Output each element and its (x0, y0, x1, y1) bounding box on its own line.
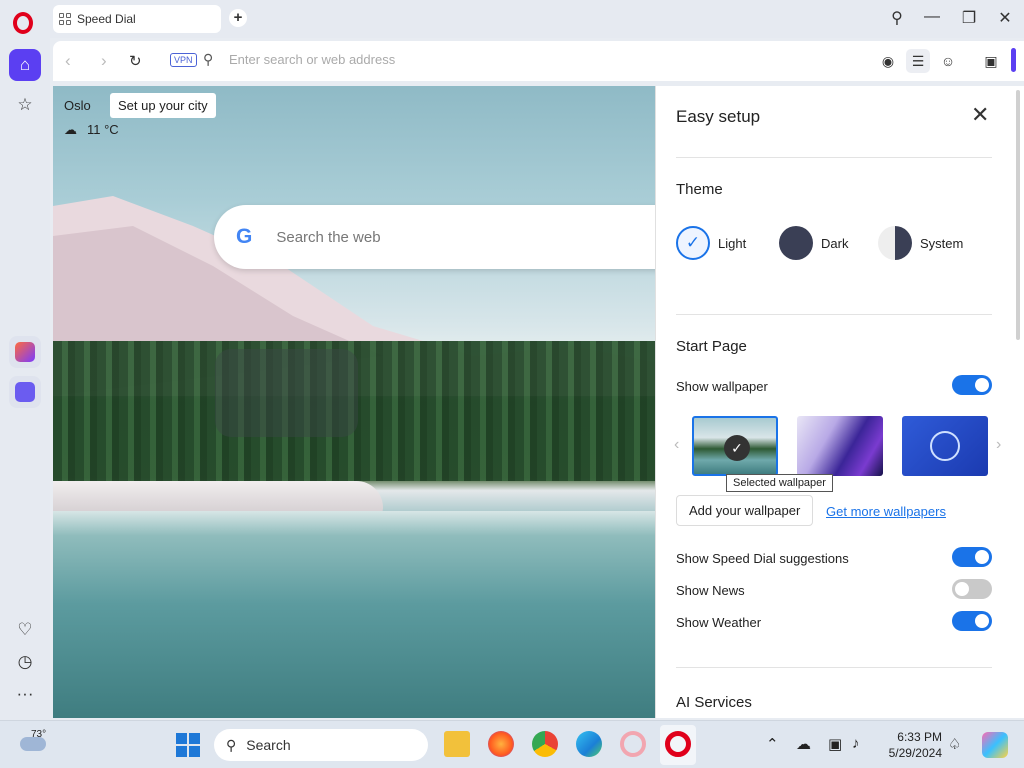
file-explorer-icon[interactable] (444, 731, 470, 757)
start-page-heading: Start Page (676, 338, 747, 355)
dark-swatch-icon (779, 226, 813, 260)
network-icon[interactable]: ☁ (796, 735, 811, 753)
web-search-input[interactable]: Search the web (276, 229, 380, 246)
theme-label: Dark (821, 235, 849, 251)
extensions-cube-icon[interactable]: ▣ (979, 49, 1003, 73)
theme-light-option[interactable]: ✓ Light (676, 226, 746, 260)
get-more-wallpapers-link[interactable]: Get more wallpapers (826, 504, 946, 519)
news-toggle[interactable] (952, 579, 992, 599)
wallpaper-thumbnail-blue[interactable] (902, 416, 988, 476)
theme-heading: Theme (676, 181, 723, 198)
theme-label: System (920, 235, 964, 251)
clock-time: 6:33 PM (897, 730, 942, 744)
title-bar: Speed Dial + ⚲ — ❐ ✕ (0, 0, 1024, 38)
vpn-badge[interactable]: VPN (170, 53, 197, 67)
chevron-right-icon[interactable]: › (996, 436, 1001, 454)
checkmark-icon: ✓ (676, 226, 710, 260)
panel-scrollbar[interactable] (1016, 90, 1020, 340)
speed-dial-page: Oslo Set up your city ☁ 11 °C G Search t… (53, 86, 655, 718)
show-wallpaper-toggle[interactable] (952, 375, 992, 395)
heart-icon[interactable]: ♡ (9, 614, 41, 646)
tab-speed-dial[interactable]: Speed Dial (53, 5, 221, 33)
temperature-value: 11 °C (87, 122, 119, 137)
add-wallpaper-button[interactable]: Add your wallpaper (676, 495, 814, 526)
lake-illustration (53, 511, 655, 718)
notification-bell-icon[interactable]: ♤ (948, 735, 961, 753)
chevron-left-icon[interactable]: ‹ (674, 436, 679, 454)
opera-icon[interactable] (665, 731, 691, 757)
windows-start-icon[interactable] (176, 733, 200, 757)
system-swatch-icon (878, 226, 912, 260)
more-options-icon[interactable]: ··· (9, 678, 41, 710)
tab-title: Speed Dial (77, 12, 136, 26)
snapshot-camera-icon[interactable]: ◉ (876, 49, 900, 73)
show-hidden-icons-chevron-icon[interactable]: ⌃ (766, 735, 779, 753)
google-logo-icon: G (236, 225, 253, 248)
setup-city-tooltip[interactable]: Set up your city (110, 93, 216, 118)
opera-gx-icon[interactable] (620, 731, 646, 757)
tab-search-icon[interactable]: ⚲ (885, 8, 909, 28)
search-icon: ⚲ (203, 51, 214, 67)
reload-button[interactable]: ↻ (129, 52, 142, 70)
show-wallpaper-label: Show wallpaper (676, 379, 768, 394)
weather-label: Show Weather (676, 615, 762, 630)
speed-dial-suggestions-label: Show Speed Dial suggestions (676, 551, 849, 566)
web-search-box[interactable]: G Search the web (214, 205, 655, 269)
firefox-icon[interactable] (488, 731, 514, 757)
weather-toggle[interactable] (952, 611, 992, 631)
weather-widget[interactable]: ☁ 11 °C (64, 122, 119, 138)
panel-title: Easy setup (676, 107, 761, 126)
opera-logo-icon[interactable] (13, 12, 33, 34)
weather-city[interactable]: Oslo (64, 98, 91, 113)
address-input[interactable]: Enter search or web address (229, 52, 395, 67)
close-window-button[interactable]: ✕ (993, 8, 1017, 28)
speed-dial-suggestions-toggle[interactable] (952, 547, 992, 567)
ai-services-heading: AI Services (676, 694, 752, 711)
profile-icon[interactable]: ☺ (936, 49, 960, 73)
theme-dark-option[interactable]: Dark (779, 226, 848, 260)
home-button[interactable]: ⌂ (9, 49, 41, 81)
selected-check-icon: ✓ (724, 435, 750, 461)
clock-date: 5/29/2024 (888, 746, 942, 760)
news-label: Show News (676, 583, 745, 598)
taskbar-search-label: Search (246, 737, 291, 753)
address-bar-row: ‹ › ↻ VPN ⚲ Enter search or web address … (53, 41, 1024, 81)
volume-icon[interactable]: ♪ (852, 735, 860, 752)
history-clock-icon[interactable]: ◷ (9, 646, 41, 678)
windows-taskbar: 73° ⚲ Search ⌃ ☁ ▣ ♪ 6:33 PM 5/29/2024 ♤ (0, 720, 1024, 768)
search-icon: ⚲ (226, 736, 237, 753)
cloud-icon: ☁ (64, 122, 77, 137)
system-clock[interactable]: 6:33 PM 5/29/2024 (868, 729, 942, 761)
divider (676, 667, 992, 668)
close-icon[interactable]: ✕ (971, 102, 989, 128)
easy-setup-panel: Easy setup ✕ Theme ✓ Light Dark System S… (655, 86, 1024, 718)
music-player-button[interactable] (9, 376, 41, 408)
back-button[interactable]: ‹ (65, 51, 71, 71)
forward-button[interactable]: › (101, 51, 107, 71)
sidebar: ⌂ ☆ ♡ ◷ ··· (0, 38, 50, 720)
restore-button[interactable]: ❐ (957, 8, 981, 28)
divider (676, 314, 992, 315)
taskbar-search[interactable]: ⚲ Search (214, 729, 428, 761)
new-tab-button[interactable]: + (229, 9, 247, 27)
wallpaper-thumbnail-lake[interactable]: ✓ (692, 416, 778, 476)
selected-wallpaper-tooltip: Selected wallpaper (726, 474, 833, 492)
bookmarks-star-icon[interactable]: ☆ (9, 89, 41, 121)
edge-icon[interactable] (576, 731, 602, 757)
minimize-button[interactable]: — (920, 8, 944, 26)
theme-label: Light (718, 235, 747, 251)
divider (676, 157, 992, 158)
wallpaper-thumbnail-purple[interactable] (797, 416, 883, 476)
aria-app-button[interactable] (9, 336, 41, 368)
copilot-icon[interactable] (982, 732, 1008, 758)
display-icon[interactable]: ▣ (828, 735, 842, 753)
easy-setup-button[interactable]: ☰ (906, 49, 930, 73)
wallpaper-logo-icon (930, 431, 960, 461)
chrome-icon[interactable] (532, 731, 558, 757)
theme-system-option[interactable]: System (878, 226, 963, 260)
sidebar-indicator (1011, 48, 1016, 72)
speed-dial-tile-placeholder[interactable] (215, 349, 358, 437)
speed-dial-icon (59, 13, 71, 25)
taskbar-temperature: 73° (31, 729, 47, 740)
